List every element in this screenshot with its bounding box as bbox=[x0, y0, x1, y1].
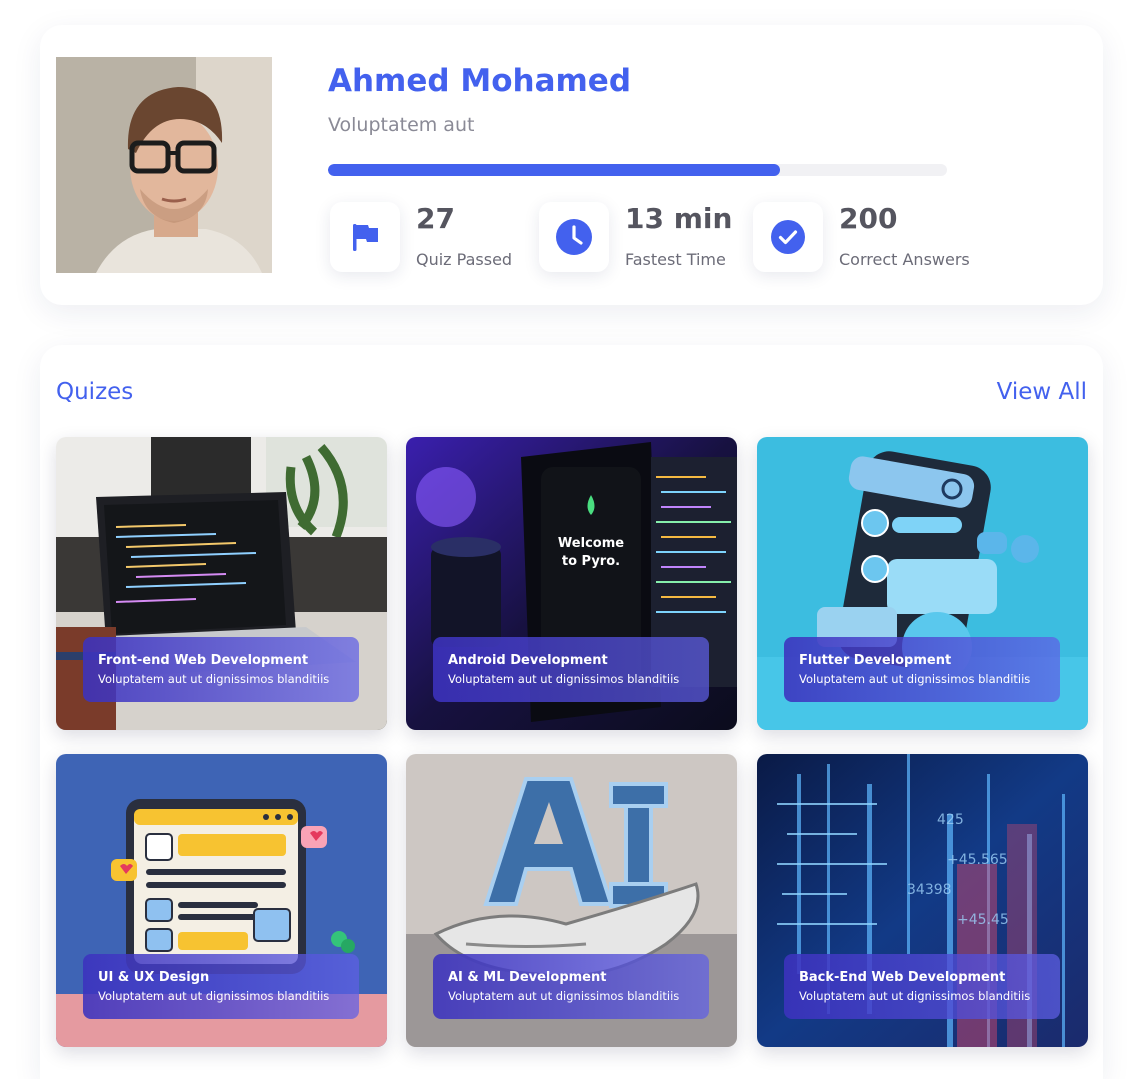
clock-icon bbox=[556, 219, 592, 255]
stat-value: 200 bbox=[839, 202, 898, 235]
quiz-card-backend[interactable]: 425 +45.565 34398 +45.45 Back-End Web De… bbox=[757, 754, 1088, 1047]
stat-icon-box bbox=[539, 202, 609, 272]
quizzes-title: Quizes bbox=[56, 379, 134, 405]
quiz-subtitle: Voluptatem aut ut dignissimos blanditiis bbox=[98, 672, 330, 686]
quiz-card-uiux[interactable]: UI & UX Design Voluptatem aut ut digniss… bbox=[56, 754, 387, 1047]
quiz-title: Back-End Web Development bbox=[799, 970, 1006, 985]
stat-icon-box bbox=[330, 202, 400, 272]
stat-label: Quiz Passed bbox=[416, 250, 513, 269]
quiz-caption: AI & ML Development Voluptatem aut ut di… bbox=[433, 954, 709, 1019]
svg-text:+45.565: +45.565 bbox=[947, 852, 1008, 868]
stat-value: 27 bbox=[416, 202, 455, 235]
svg-text:to Pyro.: to Pyro. bbox=[562, 554, 620, 569]
svg-text:34398: 34398 bbox=[907, 882, 952, 898]
progress-bar bbox=[328, 164, 947, 176]
quiz-card-ai-ml[interactable]: AI & ML Development Voluptatem aut ut di… bbox=[406, 754, 737, 1047]
stat-icon-box bbox=[753, 202, 823, 272]
profile-card: Ahmed Mohamed Voluptatem aut 27 Quiz Pas… bbox=[40, 25, 1103, 305]
quiz-subtitle: Voluptatem aut ut dignissimos blanditiis bbox=[98, 989, 330, 1003]
quiz-caption: Front-end Web Development Voluptatem aut… bbox=[83, 637, 359, 702]
quiz-title: Front-end Web Development bbox=[98, 653, 309, 668]
quiz-title: Flutter Development bbox=[799, 653, 952, 668]
svg-text:+45.45: +45.45 bbox=[957, 912, 1009, 928]
quizzes-panel: Quizes View All Front-end Web Developmen… bbox=[40, 345, 1103, 1079]
quiz-title: Android Development bbox=[448, 653, 608, 668]
profile-name: Ahmed Mohamed bbox=[328, 63, 632, 99]
progress-fill bbox=[328, 164, 780, 176]
quiz-caption: Android Development Voluptatem aut ut di… bbox=[433, 637, 709, 702]
quiz-card-frontend[interactable]: Front-end Web Development Voluptatem aut… bbox=[56, 437, 387, 730]
flag-icon bbox=[353, 224, 378, 251]
quiz-title: AI & ML Development bbox=[448, 970, 607, 985]
quiz-caption: Back-End Web Development Voluptatem aut … bbox=[784, 954, 1060, 1019]
quiz-card-android[interactable]: Welcome to Pyro. Android Development Vol… bbox=[406, 437, 737, 730]
stat-value: 13 min bbox=[625, 202, 733, 235]
svg-text:425: 425 bbox=[937, 812, 964, 828]
quiz-subtitle: Voluptatem aut ut dignissimos blanditiis bbox=[799, 672, 1031, 686]
quiz-caption: UI & UX Design Voluptatem aut ut digniss… bbox=[83, 954, 359, 1019]
view-all-link[interactable]: View All bbox=[997, 379, 1087, 405]
stat-label: Fastest Time bbox=[625, 250, 726, 269]
quiz-subtitle: Voluptatem aut ut dignissimos blanditiis bbox=[448, 672, 680, 686]
quiz-subtitle: Voluptatem aut ut dignissimos blanditiis bbox=[799, 989, 1031, 1003]
quiz-card-flutter[interactable]: Flutter Development Voluptatem aut ut di… bbox=[757, 437, 1088, 730]
profile-subtitle: Voluptatem aut bbox=[328, 114, 475, 136]
check-circle-icon bbox=[771, 220, 805, 254]
svg-text:Welcome: Welcome bbox=[558, 536, 624, 551]
quiz-caption: Flutter Development Voluptatem aut ut di… bbox=[784, 637, 1060, 702]
quiz-subtitle: Voluptatem aut ut dignissimos blanditiis bbox=[448, 989, 680, 1003]
quiz-title: UI & UX Design bbox=[98, 970, 210, 985]
stat-label: Correct Answers bbox=[839, 250, 970, 269]
avatar bbox=[56, 57, 272, 273]
